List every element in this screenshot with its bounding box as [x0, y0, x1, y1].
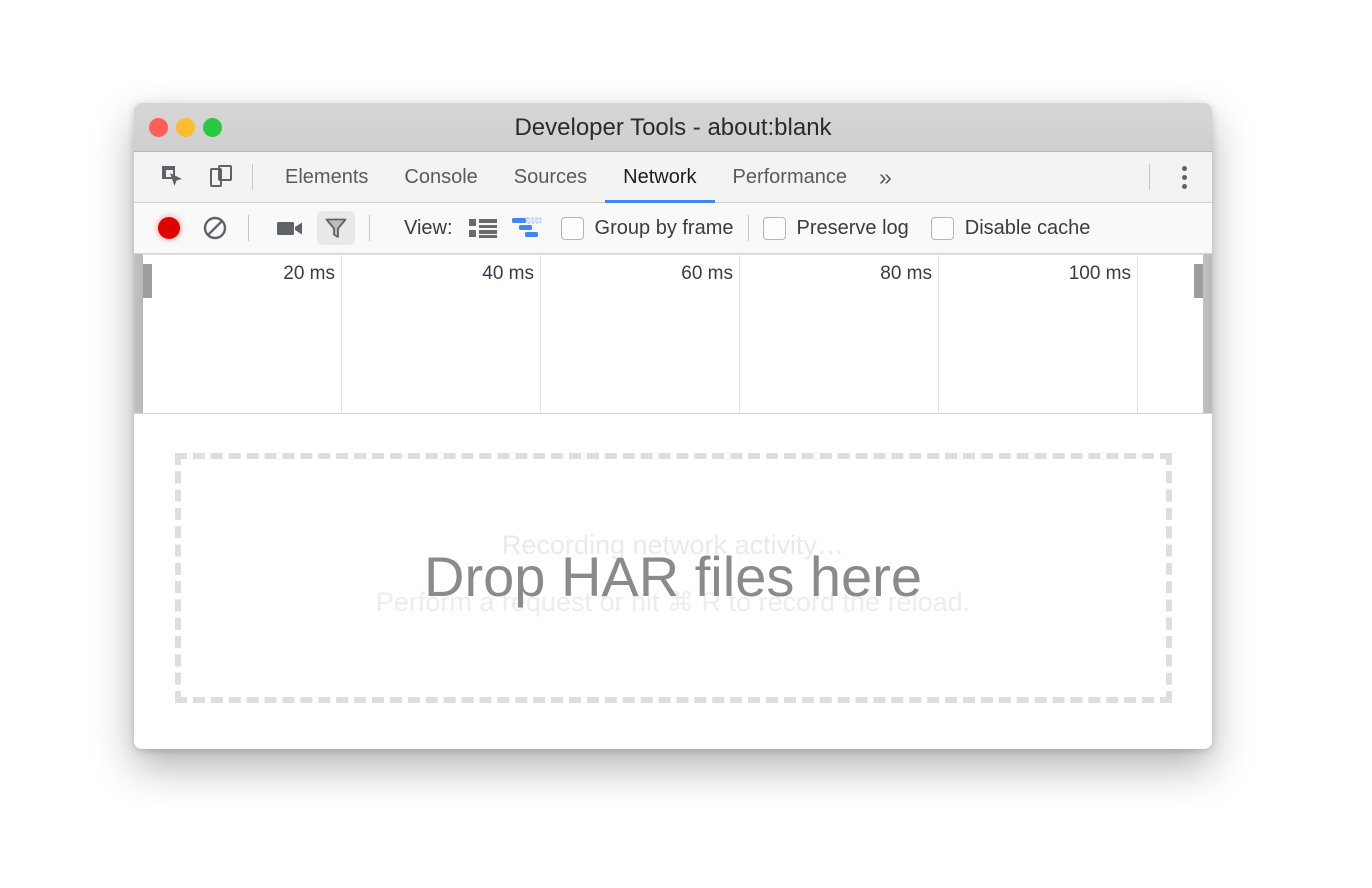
preserve-log-checkbox[interactable]: Preserve log [763, 217, 909, 240]
timeline-tick-label: 100 ms [1069, 263, 1131, 285]
record-button[interactable] [150, 211, 188, 245]
timeline-tick: 20 ms [142, 255, 342, 413]
timeline-tick: 60 ms [540, 255, 740, 413]
preserve-log-label: Preserve log [797, 217, 909, 240]
view-list-button[interactable] [463, 211, 503, 245]
devtools-tabbar: Elements Console Sources Network Perform… [134, 152, 1212, 203]
capture-screenshots-button[interactable] [271, 211, 309, 245]
view-waterfall-button[interactable] [507, 211, 547, 245]
tabbar-divider [252, 164, 253, 190]
inspect-element-icon[interactable] [156, 160, 190, 194]
toolbar-divider-3 [748, 215, 749, 241]
list-view-icon [469, 218, 497, 238]
camera-icon [276, 217, 304, 239]
group-by-frame-checkbox-box[interactable] [561, 217, 584, 240]
tab-sources[interactable]: Sources [496, 152, 605, 203]
timeline-track: 20 ms 40 ms 60 ms 80 ms 100 ms [142, 254, 1204, 413]
timeline-tick: 80 ms [739, 255, 939, 413]
tab-network[interactable]: Network [605, 152, 714, 203]
disable-cache-checkbox[interactable]: Disable cache [931, 217, 1091, 240]
disable-cache-checkbox-box[interactable] [931, 217, 954, 240]
filter-button[interactable] [317, 211, 355, 245]
devtools-tab-list: Elements Console Sources Network Perform… [267, 152, 906, 203]
disable-cache-label: Disable cache [965, 217, 1091, 240]
timeline-tick: 40 ms [341, 255, 541, 413]
waterfall-view-icon [511, 217, 543, 239]
device-toolbar-icon[interactable] [204, 160, 238, 194]
devtools-window: Developer Tools - about:blank [134, 103, 1212, 749]
network-toolbar: View: [134, 203, 1212, 254]
toolbar-divider-2 [369, 215, 370, 241]
clear-button[interactable] [196, 211, 234, 245]
window-title: Developer Tools - about:blank [134, 103, 1212, 152]
toolbar-divider-1 [248, 215, 249, 241]
timeline-tick: 100 ms [938, 255, 1138, 413]
har-drop-area[interactable]: Recording network activity… Perform a re… [134, 414, 1212, 748]
timeline-tick-label: 40 ms [482, 263, 534, 285]
window-titlebar: Developer Tools - about:blank [134, 103, 1212, 152]
clear-icon [202, 215, 228, 241]
timeline-tick-label: 60 ms [681, 263, 733, 285]
timeline-tick-label: 20 ms [283, 263, 335, 285]
tabbar-right-divider [1149, 164, 1150, 190]
tab-console[interactable]: Console [386, 152, 495, 203]
screenshot-root: Developer Tools - about:blank [0, 0, 1372, 888]
more-options-kebab-icon[interactable] [1164, 152, 1204, 203]
group-by-frame-label: Group by frame [595, 217, 734, 240]
view-label: View: [404, 217, 453, 240]
record-dot-icon [158, 217, 180, 239]
more-tabs-chevron-icon[interactable]: » [865, 152, 906, 203]
drop-har-title: Drop HAR files here [134, 544, 1212, 609]
network-timeline-ruler[interactable]: 20 ms 40 ms 60 ms 80 ms 100 ms [134, 254, 1212, 414]
timeline-tick-label: 80 ms [880, 263, 932, 285]
group-by-frame-checkbox[interactable]: Group by frame [561, 217, 734, 240]
timeline-right-grip[interactable] [1203, 254, 1212, 413]
preserve-log-checkbox-box[interactable] [763, 217, 786, 240]
filter-funnel-icon [324, 216, 348, 240]
tabbar-right-group [1135, 152, 1212, 203]
tab-elements[interactable]: Elements [267, 152, 386, 203]
tab-performance[interactable]: Performance [715, 152, 866, 203]
